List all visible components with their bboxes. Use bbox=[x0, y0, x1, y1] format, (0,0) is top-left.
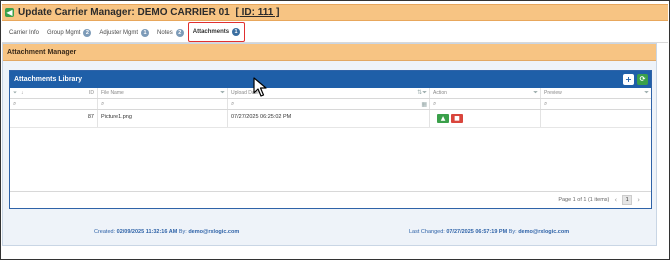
column-label: Action bbox=[433, 90, 447, 96]
changed-label: Last Changed: bbox=[409, 229, 445, 235]
table-row[interactable]: 87 Picture1.png 07/27/2025 06:25:02 PM ▲… bbox=[10, 110, 651, 128]
tab-count-badge: 1 bbox=[141, 28, 150, 37]
tab-adjuster-mgmt[interactable]: Adjuster Mgmt 1 bbox=[95, 23, 153, 42]
tab-count-badge: 1 bbox=[232, 28, 241, 36]
row-upload-date: 07/27/2025 06:25:02 PM bbox=[231, 114, 292, 120]
arrow-left-icon[interactable]: ◀ bbox=[5, 8, 14, 17]
trash-icon[interactable]: ■ bbox=[451, 114, 463, 123]
tab-attachments[interactable]: Attachments 1 bbox=[187, 22, 246, 42]
tab-carrier-info[interactable]: Carrier Info bbox=[5, 23, 43, 42]
tab-count-badge: 2 bbox=[175, 28, 184, 37]
column-label: Preview bbox=[544, 90, 562, 96]
created-value: 02/09/2025 11:32:16 AM bbox=[116, 229, 178, 235]
search-icon: ⌕ bbox=[544, 100, 548, 107]
pager-summary: Page 1 of 1 (1 items) bbox=[558, 197, 610, 203]
audit-footer: Created: 02/09/2025 11:32:16 AM By: demo… bbox=[2, 220, 657, 244]
changed-by-label: By: bbox=[508, 229, 517, 235]
upload-date-filter-input[interactable]: ⌕ ▦ bbox=[228, 99, 430, 109]
download-icon[interactable]: ▲ bbox=[437, 114, 449, 123]
cell-id: 87 bbox=[10, 110, 98, 127]
column-header-id[interactable]: ⏷ ↓ ID bbox=[10, 88, 98, 98]
chevron-right-icon[interactable]: › bbox=[637, 196, 640, 204]
filter-icon[interactable]: ⏷ bbox=[13, 90, 17, 96]
created-by-value: demo@rxlogic.com bbox=[188, 229, 240, 235]
column-header-action[interactable]: Action ⏷ bbox=[430, 88, 541, 98]
tab-label: Attachments bbox=[192, 29, 230, 35]
cell-upload-date: 07/27/2025 06:25:02 PM bbox=[228, 110, 430, 127]
tab-label: Carrier Info bbox=[9, 29, 40, 36]
created-by-label: By: bbox=[178, 229, 187, 235]
preview-filter-input[interactable]: ⌕ bbox=[541, 99, 651, 109]
filter-icon[interactable]: ⏷ bbox=[644, 89, 649, 97]
filter-icon[interactable]: ⏷ bbox=[220, 89, 225, 97]
search-icon: ⌕ bbox=[101, 100, 105, 107]
search-icon: ⌕ bbox=[433, 100, 437, 107]
refresh-icon[interactable]: ⟳ bbox=[637, 74, 648, 85]
column-header-preview[interactable]: Preview ⏷ bbox=[541, 88, 651, 98]
id-filter-input[interactable]: ⌕ bbox=[10, 99, 98, 109]
attachment-manager-panel: Attachment Manager Attachments Library +… bbox=[2, 43, 657, 246]
window-frame: ◀ Update Carrier Manager: DEMO CARRIER 0… bbox=[0, 0, 670, 260]
column-header-file-name[interactable]: File Name ⏷ bbox=[98, 88, 228, 98]
library-title: Attachments Library bbox=[14, 76, 83, 83]
created-label: Created: bbox=[94, 229, 116, 235]
tab-notes[interactable]: Notes 2 bbox=[153, 23, 188, 42]
last-changed-info: Last Changed: 07/27/2025 06:57:19 PM By:… bbox=[409, 229, 569, 235]
cell-action: ▲ ■ bbox=[430, 110, 541, 127]
grid-pager: Page 1 of 1 (1 items) ‹ 1 › bbox=[10, 191, 651, 208]
action-filter-input[interactable]: ⌕ bbox=[430, 99, 541, 109]
filter-icon[interactable]: ⏷ bbox=[533, 89, 538, 97]
plus-icon[interactable]: + bbox=[623, 74, 634, 85]
tab-bar: Carrier Info Group Mgmt 2 Adjuster Mgmt … bbox=[2, 22, 668, 43]
library-header: Attachments Library + ⟳ bbox=[10, 71, 651, 88]
page-title: Update Carrier Manager: DEMO CARRIER 01 … bbox=[18, 7, 279, 18]
grid-filter-row: ⌕ ⌕ ⌕ ▦ ⌕ ⌕ bbox=[10, 99, 651, 110]
sort-filter-icon[interactable]: ⇅⏷ bbox=[417, 89, 427, 97]
row-id: 87 bbox=[87, 114, 94, 120]
tab-count-badge: 2 bbox=[83, 28, 92, 37]
row-file-name: Picture1.png bbox=[101, 114, 132, 120]
grid-header-row: ⏷ ↓ ID File Name ⏷ Upload Date ⇅⏷ Action… bbox=[10, 88, 651, 99]
page-title-text: Update Carrier Manager: DEMO CARRIER 01 bbox=[18, 7, 230, 18]
changed-by-value: demo@rxlogic.com bbox=[518, 229, 570, 235]
section-title: Attachment Manager bbox=[3, 44, 656, 61]
mouse-pointer-icon bbox=[253, 77, 267, 97]
attachments-library-grid: Attachments Library + ⟳ ⏷ ↓ ID File Name… bbox=[9, 70, 652, 209]
record-id-link[interactable]: [ ID: 111 ] bbox=[236, 7, 280, 18]
changed-value: 07/27/2025 06:57:19 PM bbox=[446, 229, 508, 235]
tab-label: Notes bbox=[157, 29, 173, 36]
page-header: ◀ Update Carrier Manager: DEMO CARRIER 0… bbox=[2, 4, 668, 21]
search-icon: ⌕ bbox=[13, 100, 17, 107]
page-number-button[interactable]: 1 bbox=[622, 195, 633, 205]
file-name-filter-input[interactable]: ⌕ bbox=[98, 99, 228, 109]
cell-preview bbox=[541, 110, 651, 127]
chevron-left-icon[interactable]: ‹ bbox=[614, 196, 617, 204]
cell-file-name: Picture1.png bbox=[98, 110, 228, 127]
tab-label: Group Mgmt bbox=[47, 29, 81, 36]
column-label: File Name bbox=[101, 90, 124, 96]
column-label: ID bbox=[89, 90, 94, 96]
search-icon: ⌕ bbox=[231, 100, 235, 107]
calendar-icon[interactable]: ▦ bbox=[421, 101, 427, 108]
created-info: Created: 02/09/2025 11:32:16 AM By: demo… bbox=[94, 229, 239, 235]
sort-indicator: ↓ bbox=[21, 90, 24, 96]
tab-group-mgmt[interactable]: Group Mgmt 2 bbox=[43, 23, 95, 42]
tab-label: Adjuster Mgmt bbox=[99, 29, 139, 36]
